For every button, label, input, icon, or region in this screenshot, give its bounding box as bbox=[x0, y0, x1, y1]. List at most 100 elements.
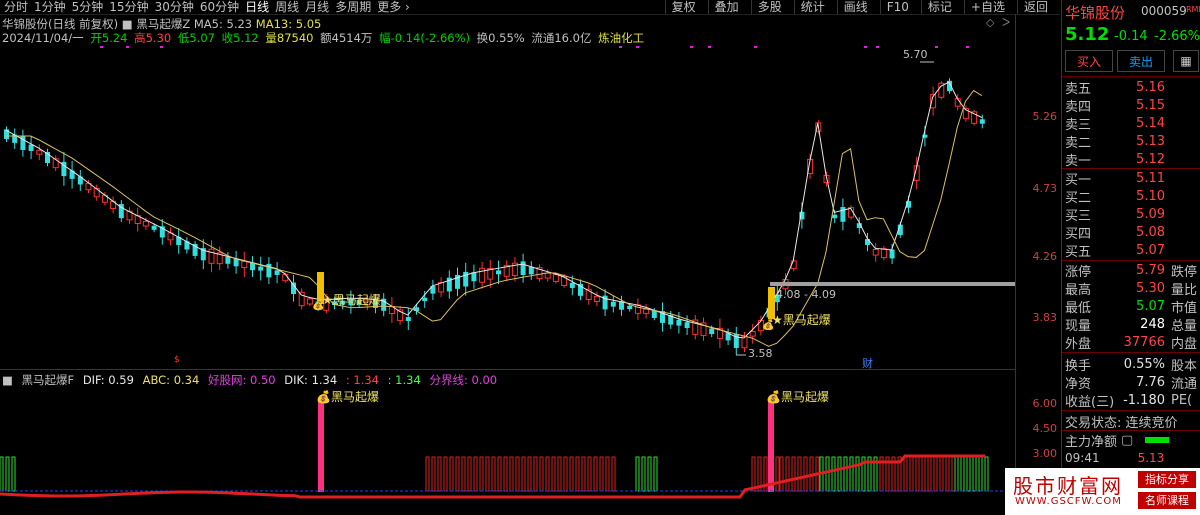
sub-bar bbox=[837, 456, 842, 492]
sub-bar bbox=[563, 456, 568, 492]
mark-button[interactable]: 标记 bbox=[920, 0, 958, 14]
sub-bar bbox=[945, 456, 950, 492]
sub-signal-2: 💰黑马起爆 bbox=[766, 390, 829, 404]
tab-15min[interactable]: 15分钟 bbox=[109, 0, 148, 14]
ma13-line bbox=[6, 89, 983, 347]
candle bbox=[422, 297, 428, 302]
multi-stock-button[interactable]: 多股 bbox=[750, 0, 788, 14]
candle bbox=[552, 274, 559, 282]
candle bbox=[676, 319, 682, 326]
candle bbox=[36, 149, 43, 155]
draw-button[interactable]: 画线 bbox=[836, 0, 874, 14]
sell-button[interactable]: 卖出 bbox=[1117, 50, 1165, 72]
sub-bar bbox=[605, 456, 610, 492]
candle bbox=[225, 256, 231, 264]
tab-more[interactable]: 更多 › bbox=[377, 0, 410, 14]
sub-bar bbox=[933, 456, 938, 492]
tag-indicator[interactable]: 指标分享 bbox=[1138, 471, 1196, 488]
stat-row: 外盘 37766 内盘 bbox=[1065, 334, 1198, 352]
candle bbox=[684, 322, 690, 329]
candle bbox=[142, 220, 149, 227]
ask-row: 卖四 5.15 bbox=[1065, 97, 1165, 115]
sub-tick: 3.00 bbox=[1032, 447, 1058, 460]
add-watchlist-button[interactable]: +自选 bbox=[963, 0, 1011, 14]
sub-bar bbox=[509, 456, 514, 492]
event-marker[interactable]: $ bbox=[174, 355, 180, 365]
signal-label-2: ★黑马起爆 bbox=[772, 313, 831, 327]
sub-bar bbox=[533, 456, 538, 492]
candle bbox=[832, 214, 838, 219]
tab-30min[interactable]: 30分钟 bbox=[155, 0, 194, 14]
bid-row: 买四 5.08 bbox=[1065, 224, 1165, 242]
tab-multi-period[interactable]: 多周期 bbox=[335, 0, 371, 14]
sub-bar bbox=[966, 456, 971, 492]
sub-bar bbox=[797, 456, 802, 492]
sub-bar bbox=[785, 456, 790, 492]
sub-chart[interactable] bbox=[0, 384, 1015, 515]
sub-bar bbox=[921, 456, 926, 492]
current-price: 5.12 bbox=[1065, 24, 1110, 45]
bid-row: 买三 5.09 bbox=[1065, 206, 1165, 224]
candle bbox=[865, 239, 870, 245]
right-toolbar: 复权 叠加 多股 统计 画线 F10 标记 +自选 返回 bbox=[664, 0, 1060, 14]
sub-bar bbox=[503, 456, 508, 492]
sub-bar bbox=[527, 456, 532, 492]
diamond-icon[interactable]: ◇ bbox=[986, 16, 994, 29]
tab-monthly[interactable]: 月线 bbox=[305, 0, 329, 14]
stat-row: 现量 248 总量 bbox=[1065, 316, 1198, 334]
rmb-icon: RMB bbox=[1186, 5, 1200, 14]
tab-weekly[interactable]: 周线 bbox=[275, 0, 299, 14]
kline-chart[interactable] bbox=[0, 42, 1015, 372]
sub-bar bbox=[455, 456, 460, 492]
signal-label-1: ★黑马起爆 bbox=[322, 293, 381, 307]
sub-bar bbox=[915, 456, 920, 492]
watermark-url: WWW.GSCFW.COM bbox=[1015, 496, 1122, 507]
tag-course[interactable]: 名师课程 bbox=[1138, 492, 1196, 509]
tab-1min[interactable]: 1分钟 bbox=[34, 0, 66, 14]
sub-bar bbox=[775, 456, 780, 492]
period-toolbar: 分时 1分钟 5分钟 15分钟 30分钟 60分钟 日线 周线 月线 多周期 更… bbox=[0, 0, 1060, 15]
main-flow[interactable]: 主力净额 ▢ bbox=[1065, 431, 1200, 450]
fuquan-button[interactable]: 复权 bbox=[664, 0, 702, 14]
sub-bar bbox=[635, 456, 640, 492]
sub-bar bbox=[825, 456, 830, 492]
calculator-icon[interactable]: ▦ bbox=[1173, 50, 1199, 72]
tab-fenshi[interactable]: 分时 bbox=[4, 0, 28, 14]
overlay-button[interactable]: 叠加 bbox=[707, 0, 745, 14]
back-button[interactable]: 返回 bbox=[1016, 0, 1054, 14]
stat-row: 换手 0.55% 股本 bbox=[1065, 356, 1198, 374]
sub-bar bbox=[5, 456, 10, 492]
tab-5min[interactable]: 5分钟 bbox=[72, 0, 104, 14]
sub-bar bbox=[909, 456, 914, 492]
candle bbox=[593, 295, 600, 302]
ask-row: 卖一 5.12 bbox=[1065, 151, 1165, 169]
tab-60min[interactable]: 60分钟 bbox=[200, 0, 239, 14]
collapse-icon[interactable]: ᐳ bbox=[1002, 16, 1010, 29]
f10-button[interactable]: F10 bbox=[879, 0, 915, 14]
moneybag-icon: 💰 bbox=[766, 390, 781, 404]
sub-bar bbox=[641, 456, 646, 492]
sub-bar bbox=[849, 456, 854, 492]
ma13-value: MA13: 5.05 bbox=[255, 17, 322, 31]
candle bbox=[241, 260, 248, 269]
moneybag-icon: 💰 bbox=[312, 300, 325, 311]
sub-bar bbox=[497, 456, 502, 492]
sub-bar bbox=[551, 456, 556, 492]
sub-bar bbox=[569, 456, 574, 492]
price-tick: 5.26 bbox=[1032, 110, 1058, 123]
candle bbox=[749, 331, 756, 337]
sub-bar bbox=[803, 456, 808, 492]
sub-bar bbox=[575, 456, 580, 492]
sub-bar bbox=[751, 456, 756, 492]
stats-button[interactable]: 统计 bbox=[793, 0, 831, 14]
buy-button[interactable]: 买入 bbox=[1065, 50, 1113, 72]
chevron-down-icon: ▢ bbox=[1121, 432, 1134, 448]
sub-bar bbox=[539, 456, 544, 492]
sub-bar bbox=[0, 456, 4, 492]
sub-bar bbox=[653, 456, 658, 492]
signal-spike-2 bbox=[768, 398, 774, 492]
tab-daily[interactable]: 日线 bbox=[245, 0, 269, 14]
sub-bar bbox=[473, 456, 478, 492]
candle bbox=[619, 301, 624, 310]
candle bbox=[496, 270, 501, 275]
